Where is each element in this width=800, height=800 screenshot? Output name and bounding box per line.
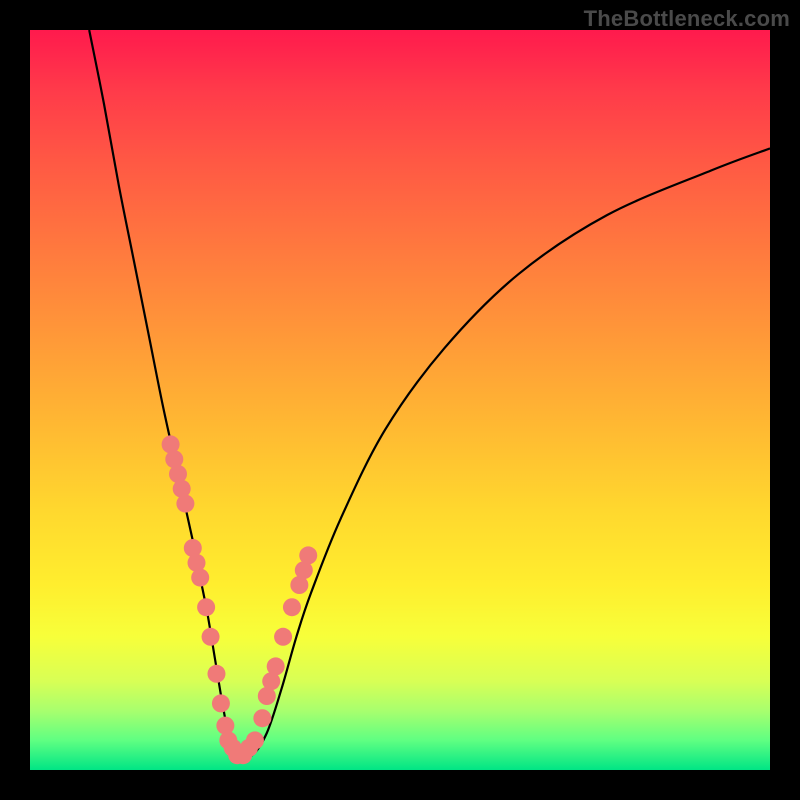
marker-dot: [246, 731, 264, 749]
marker-dot: [283, 598, 301, 616]
watermark-text: TheBottleneck.com: [584, 6, 790, 32]
marker-dot: [253, 709, 271, 727]
marker-dot: [191, 569, 209, 587]
marker-dot: [197, 598, 215, 616]
outer-black-frame: TheBottleneck.com: [0, 0, 800, 800]
marker-dot: [216, 717, 234, 735]
chart-svg: [30, 30, 770, 770]
highlight-dots: [162, 435, 318, 764]
plot-area: [30, 30, 770, 770]
marker-dot: [299, 546, 317, 564]
curve-line: [89, 30, 770, 758]
bottleneck-curve: [89, 30, 770, 758]
marker-dot: [176, 495, 194, 513]
marker-dot: [274, 628, 292, 646]
marker-dot: [207, 665, 225, 683]
marker-dot: [212, 694, 230, 712]
marker-dot: [267, 657, 285, 675]
marker-dot: [202, 628, 220, 646]
